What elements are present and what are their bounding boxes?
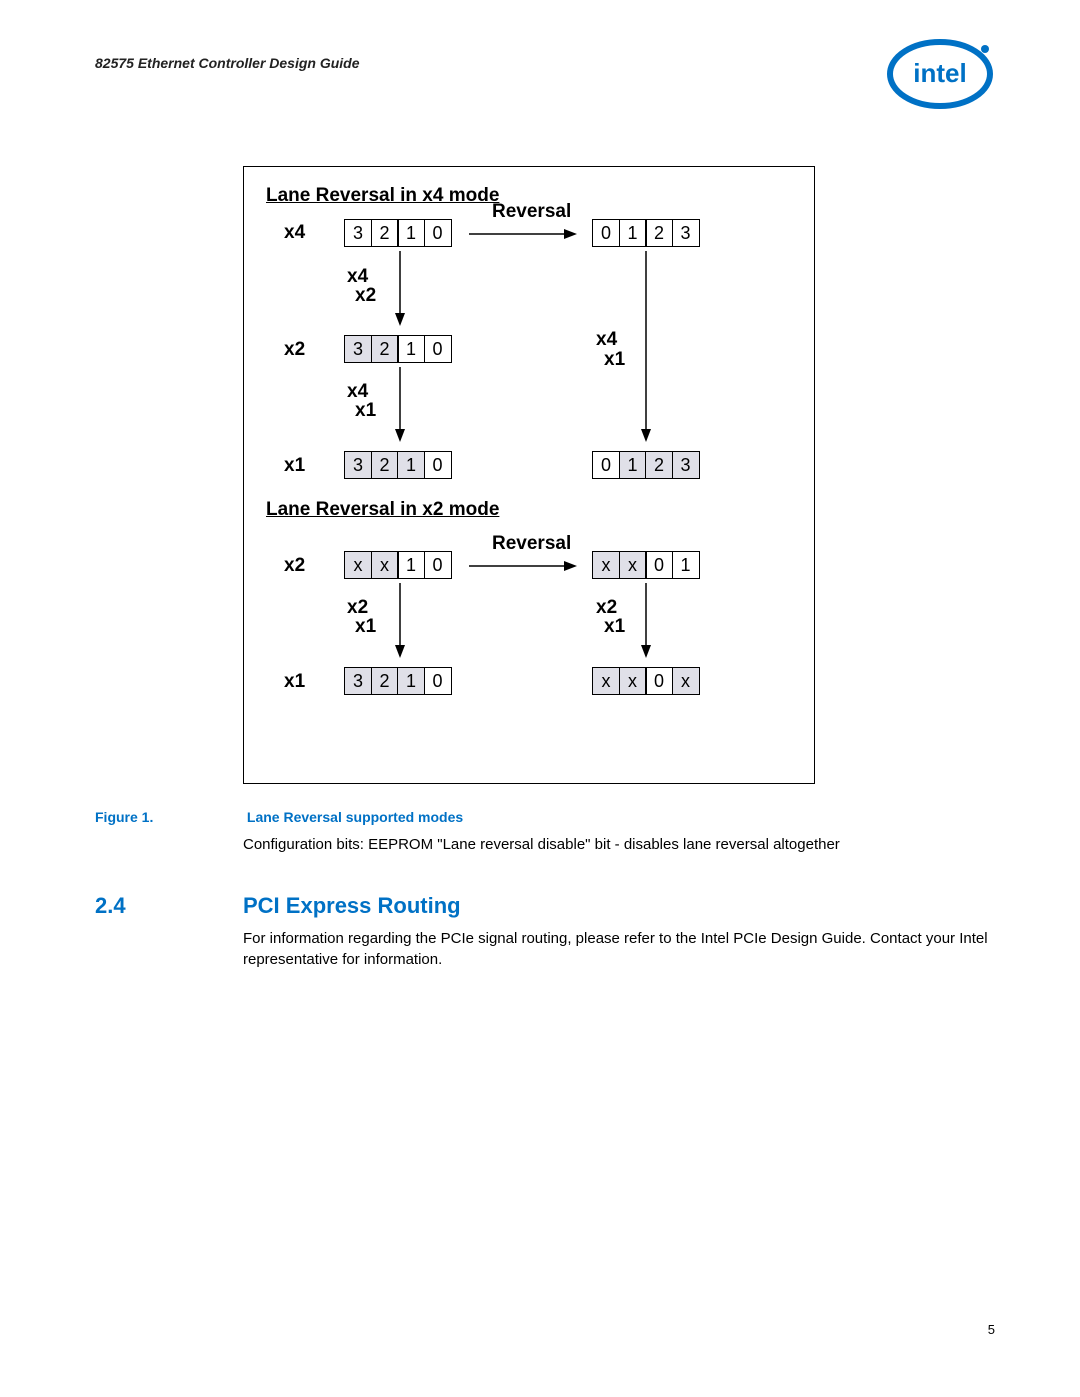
figure-caption-text: Lane Reversal supported modes: [247, 809, 463, 825]
lane-cell: 0: [424, 451, 452, 479]
lanes-mode-x1-left: 3 2 1 0: [344, 667, 452, 695]
downgrade-label: x1: [604, 616, 625, 638]
lanes-x1-left: 3 2 1 0: [344, 451, 452, 479]
figure-caption: Figure 1. Lane Reversal supported modes: [95, 809, 995, 825]
reversal-label: Reversal: [492, 201, 571, 223]
figure-caption-label: Figure 1.: [95, 809, 243, 825]
lanes-mode-x2-right: x x 0 1: [592, 551, 700, 579]
lane-cell: 3: [672, 451, 700, 479]
lane-cell: 2: [371, 335, 399, 363]
label-x2-mode: x2: [284, 555, 305, 577]
downgrade-label: x1: [355, 400, 376, 422]
lane-cell: 3: [344, 335, 372, 363]
config-bits-text: Configuration bits: EEPROM "Lane reversa…: [243, 835, 993, 855]
doc-header-title: 82575 Ethernet Controller Design Guide: [95, 55, 995, 71]
label-x1: x1: [284, 455, 305, 477]
lane-cell: 2: [371, 451, 399, 479]
downgrade-label: x4: [596, 329, 617, 351]
lanes-x4-right: 0 1 2 3: [592, 219, 700, 247]
lanes-x2-left: 3 2 1 0: [344, 335, 452, 363]
lane-cell: 3: [344, 219, 372, 247]
lane-cell: 3: [344, 667, 372, 695]
arrow-down-icon: [393, 251, 407, 327]
lanes-mode-x1-right: x x 0 x: [592, 667, 700, 695]
lane-cell: 0: [592, 219, 620, 247]
section-x2-title: Lane Reversal in x2 mode: [266, 499, 499, 521]
arrow-down-icon: [639, 583, 653, 659]
arrow-right-icon: [469, 559, 579, 573]
label-x1-mode: x1: [284, 671, 305, 693]
downgrade-label: x1: [355, 616, 376, 638]
section-heading: 2.4PCI Express Routing: [95, 893, 995, 919]
lane-cell: x: [672, 667, 700, 695]
label-x4: x4: [284, 222, 305, 244]
lane-cell: x: [619, 551, 647, 579]
intel-logo: intel: [885, 35, 995, 110]
lane-cell: 1: [397, 219, 425, 247]
lanes-x1-right: 0 1 2 3: [592, 451, 700, 479]
lane-cell: 2: [371, 667, 399, 695]
arrow-right-icon: [469, 227, 579, 241]
label-x2: x2: [284, 339, 305, 361]
lanes-x4-left: 3 2 1 0: [344, 219, 452, 247]
lane-cell: 0: [424, 335, 452, 363]
lane-cell: 2: [645, 219, 673, 247]
lane-cell: 0: [645, 551, 673, 579]
lane-cell: 0: [424, 551, 452, 579]
lane-cell: 1: [672, 551, 700, 579]
section-number: 2.4: [95, 893, 243, 919]
arrow-down-icon: [639, 251, 653, 443]
arrow-down-icon: [393, 367, 407, 443]
lane-cell: 1: [397, 667, 425, 695]
lane-cell: x: [371, 551, 399, 579]
page-number: 5: [988, 1322, 995, 1337]
lane-cell: 1: [397, 451, 425, 479]
lane-cell: x: [592, 551, 620, 579]
lane-cell: 1: [619, 451, 647, 479]
reversal-label: Reversal: [492, 533, 571, 555]
arrow-down-icon: [393, 583, 407, 659]
lanes-mode-x2-left: x x 1 0: [344, 551, 452, 579]
lane-cell: 1: [397, 551, 425, 579]
lane-cell: 2: [371, 219, 399, 247]
downgrade-label: x1: [604, 349, 625, 371]
lane-cell: x: [344, 551, 372, 579]
lane-cell: x: [619, 667, 647, 695]
lane-cell: 0: [592, 451, 620, 479]
lane-cell: x: [592, 667, 620, 695]
lane-reversal-figure: Lane Reversal in x4 mode x4 3 2 1 0 Reve…: [243, 166, 815, 784]
section-body: For information regarding the PCIe signa…: [243, 929, 993, 970]
lane-cell: 0: [424, 219, 452, 247]
svg-text:intel: intel: [913, 58, 966, 88]
lane-cell: 1: [619, 219, 647, 247]
section-title: PCI Express Routing: [243, 893, 461, 918]
lane-cell: 2: [645, 451, 673, 479]
lane-cell: 0: [645, 667, 673, 695]
section-x4-title: Lane Reversal in x4 mode: [266, 185, 499, 207]
lane-cell: 1: [397, 335, 425, 363]
downgrade-label: x2: [355, 285, 376, 307]
lane-cell: 3: [672, 219, 700, 247]
lane-cell: 3: [344, 451, 372, 479]
lane-cell: 0: [424, 667, 452, 695]
